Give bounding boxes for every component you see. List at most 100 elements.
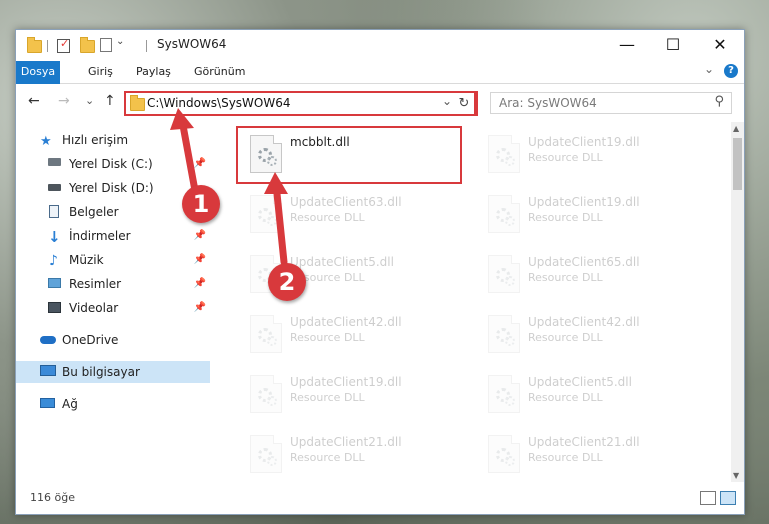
properties-icon[interactable]: ✓ (57, 37, 70, 53)
item-count: 116 öğe (30, 491, 75, 504)
refresh-button[interactable]: ↻ (454, 91, 476, 116)
file-item[interactable]: UpdateClient42.dll Resource DLL (240, 309, 470, 365)
file-type: Resource DLL (528, 271, 603, 284)
file-type: Resource DLL (290, 391, 365, 404)
pin-icon[interactable]: 📌 (194, 225, 206, 247)
sidebar-item-label: Hızlı erişim (62, 133, 129, 147)
sidebar-item-quick-access[interactable]: ★ Hızlı erişim (16, 129, 210, 151)
ribbon-tabs: Dosya Giriş Paylaş Görünüm ⌄ ? (16, 61, 744, 117)
cloud-icon (40, 336, 56, 344)
navigation-pane: ★ Hızlı erişim Yerel Disk (C:) 📌 Yerel D… (16, 122, 210, 482)
sidebar-item-label: Yerel Disk (C:) (69, 157, 153, 171)
maximize-button[interactable]: ☐ (650, 30, 696, 61)
file-name: UpdateClient21.dll (290, 435, 402, 449)
file-name: UpdateClient42.dll (528, 315, 640, 329)
sidebar-item-label: Ağ (62, 397, 78, 411)
navigation-bar: ← → ⌄ ↑ C:\Windows\SysWOW64 ⌄ ↻ Ara: Sys… (16, 84, 744, 122)
large-icons-view-icon[interactable] (720, 491, 736, 505)
toolbar-divider (47, 40, 48, 52)
sidebar-item-videos[interactable]: Videolar 📌 (16, 297, 210, 319)
address-dropdown-button[interactable]: ⌄ (442, 94, 452, 108)
search-input[interactable]: Ara: SysWOW64 (499, 96, 597, 110)
vertical-scrollbar[interactable]: ▲ ▼ (731, 122, 744, 482)
search-box[interactable]: Ara: SysWOW64 ⚲ (490, 92, 732, 114)
sidebar-item-pictures[interactable]: Resimler 📌 (16, 273, 210, 295)
music-icon: ♪ (49, 253, 58, 269)
close-button[interactable]: ✕ (697, 30, 743, 61)
forward-button[interactable]: → (58, 93, 70, 109)
file-name: UpdateClient42.dll (290, 315, 402, 329)
sidebar-item-network[interactable]: Ağ (16, 393, 210, 415)
window-title: SysWOW64 (157, 37, 227, 51)
file-name: UpdateClient5.dll (528, 375, 632, 389)
documents-icon (49, 205, 59, 218)
step-2-badge: 2 (268, 263, 306, 301)
sidebar-item-local-disk-d[interactable]: Yerel Disk (D:) (16, 177, 210, 199)
file-item[interactable]: UpdateClient65.dll Resource DLL (478, 249, 708, 305)
drive-icon (48, 158, 61, 166)
customize-quick-access-icon[interactable] (100, 38, 112, 52)
file-name: UpdateClient63.dll (290, 195, 402, 209)
sidebar-item-downloads[interactable]: ↓ İndirmeler 📌 (16, 225, 210, 247)
file-type: Resource DLL (528, 391, 603, 404)
sidebar-item-label: Müzik (69, 253, 104, 267)
dll-file-icon (250, 435, 282, 473)
pictures-icon (48, 278, 61, 288)
status-bar: 116 öğe (16, 482, 744, 514)
up-button[interactable]: ↑ (104, 93, 116, 109)
file-name: UpdateClient5.dll (290, 255, 394, 269)
file-item[interactable]: UpdateClient19.dll Resource DLL (478, 189, 708, 245)
sidebar-item-label: OneDrive (62, 333, 119, 347)
file-item[interactable]: UpdateClient21.dll Resource DLL (478, 429, 708, 482)
dll-file-icon (250, 375, 282, 413)
sidebar-item-documents[interactable]: Belgeler (16, 201, 210, 223)
address-path[interactable]: C:\Windows\SysWOW64 (147, 96, 291, 110)
pin-icon[interactable]: 📌 (194, 273, 206, 295)
videos-icon (48, 302, 61, 313)
back-button[interactable]: ← (28, 93, 40, 109)
pin-icon[interactable]: 📌 (194, 249, 206, 271)
file-name: UpdateClient21.dll (528, 435, 640, 449)
scrollbar-thumb[interactable] (733, 138, 742, 190)
folder-icon (27, 37, 42, 53)
sidebar-item-label: Videolar (69, 301, 119, 315)
sidebar-item-label: Yerel Disk (D:) (69, 181, 154, 195)
address-bar[interactable]: C:\Windows\SysWOW64 ⌄ (124, 91, 478, 116)
sidebar-item-local-disk-c[interactable]: Yerel Disk (C:) 📌 (16, 153, 210, 175)
file-type: Resource DLL (290, 331, 365, 344)
file-name: UpdateClient19.dll (528, 195, 640, 209)
file-item[interactable]: UpdateClient42.dll Resource DLL (478, 309, 708, 365)
quick-access-dropdown[interactable]: ⌄ (116, 36, 124, 52)
sidebar-item-label: Resimler (69, 277, 122, 291)
sidebar-item-label: Belgeler (69, 205, 119, 219)
sidebar-item-label: İndirmeler (69, 229, 131, 243)
tab-gorunum[interactable]: Görünüm (186, 61, 253, 83)
new-folder-icon[interactable] (80, 37, 95, 53)
file-item[interactable]: UpdateClient19.dll Resource DLL (240, 369, 470, 425)
file-item[interactable]: UpdateClient19.dll Resource DLL (478, 129, 708, 185)
file-name: UpdateClient19.dll (290, 375, 402, 389)
file-item[interactable]: UpdateClient21.dll Resource DLL (240, 429, 470, 482)
file-item[interactable]: UpdateClient5.dll Resource DLL (478, 369, 708, 425)
pin-icon[interactable]: 📌 (194, 297, 206, 319)
file-item[interactable]: UpdateClient63.dll Resource DLL (240, 189, 470, 245)
ribbon-collapse-button[interactable]: ⌄ (704, 62, 714, 76)
drive-icon (48, 184, 61, 191)
dll-file-icon (488, 195, 520, 233)
sidebar-item-this-pc[interactable]: Bu bilgisayar (16, 361, 210, 383)
minimize-button[interactable]: — (604, 30, 650, 61)
download-icon: ↓ (48, 228, 61, 246)
sidebar-item-label: Bu bilgisayar (62, 365, 140, 379)
recent-locations-button[interactable]: ⌄ (85, 94, 94, 107)
pin-icon[interactable]: 📌 (194, 153, 206, 175)
help-icon[interactable]: ? (724, 64, 738, 78)
tab-giris[interactable]: Giriş (80, 61, 121, 83)
sidebar-item-onedrive[interactable]: OneDrive (16, 329, 210, 351)
scroll-down-arrow-icon[interactable]: ▼ (733, 471, 739, 480)
scroll-up-arrow-icon[interactable]: ▲ (733, 124, 739, 133)
title-bar[interactable]: ✓ ⌄ SysWOW64 — ☐ ✕ (16, 30, 744, 61)
search-icon[interactable]: ⚲ (714, 94, 724, 109)
tab-paylas[interactable]: Paylaş (128, 61, 179, 83)
details-view-icon[interactable] (700, 491, 716, 505)
sidebar-item-music[interactable]: ♪ Müzik 📌 (16, 249, 210, 271)
